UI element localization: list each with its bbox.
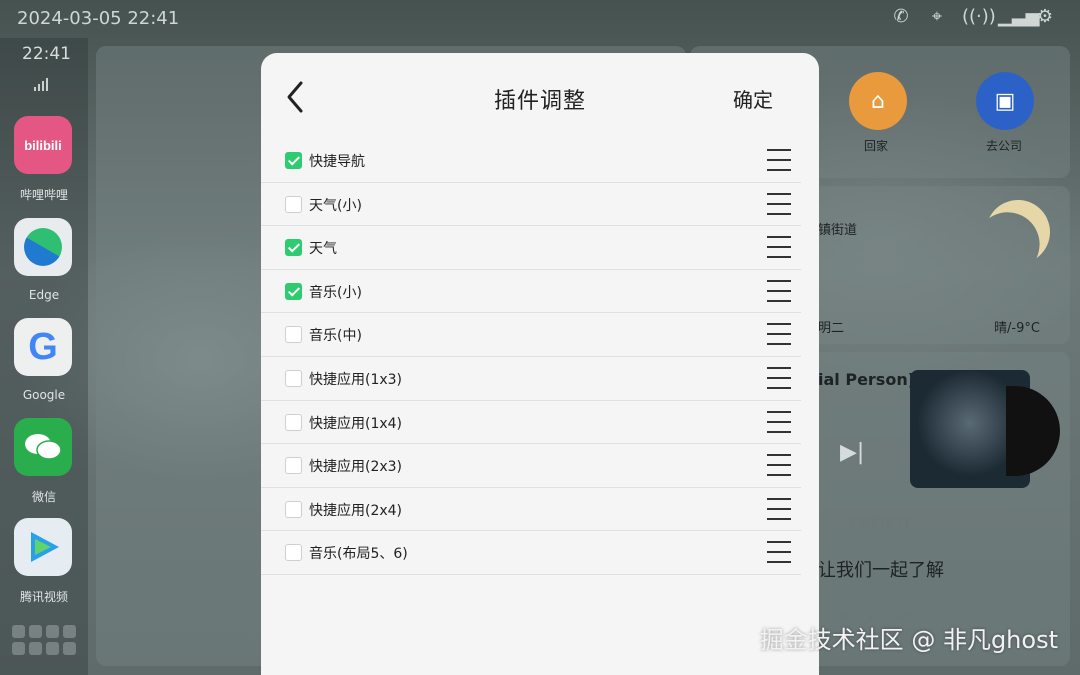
drag-handle-icon[interactable] [767, 323, 791, 346]
app-label: Edge [28, 288, 60, 302]
shortcut-label-work: 去公司 [986, 139, 1023, 153]
plugin-row[interactable]: 快捷导航 [261, 139, 801, 183]
hotspot-icon: ((·)) [962, 6, 996, 27]
drag-handle-icon[interactable] [767, 454, 791, 477]
edge-icon [14, 218, 72, 276]
app-tencent-video[interactable]: 腾讯视频 [14, 518, 74, 605]
plugin-row[interactable]: 音乐(小) [261, 270, 801, 314]
plugin-checkbox[interactable] [285, 369, 302, 387]
plugin-label: 音乐(小) [309, 284, 362, 301]
plugin-list: 快捷导航天气(小) 天气音乐(小) 音乐(中) 快捷应用(1x3) 快捷应用(1x4) 快… [261, 139, 801, 575]
status-bar: 2024-03-05 22:41 ✆ ⌖ ((·)) ▁▃▅ ⚙ [0, 0, 1080, 38]
plugin-label: 天气 [309, 241, 337, 258]
lyric-line: 今夜的岁月 [845, 516, 911, 531]
plugin-label: 快捷应用(1x3) [309, 371, 403, 388]
next-track-icon[interactable]: ▶| [840, 440, 864, 465]
app-drawer-icon[interactable] [12, 625, 76, 655]
drag-handle-icon[interactable] [767, 497, 791, 520]
call-icon: ✆ [893, 6, 909, 27]
weather-day: 明二 [818, 321, 845, 336]
drag-handle-icon[interactable] [767, 410, 791, 433]
dock-time: 22:41 [22, 44, 71, 64]
app-bilibili[interactable]: bilibili 哔哩哔哩 [14, 116, 74, 203]
plugin-label: 快捷导航 [309, 154, 365, 170]
plugin-settings-dialog: 插件调整 确定 快捷导航 天气(小) 天气 音乐(小) 音乐(中) 快捷应用(1x3) 快捷… [261, 53, 819, 675]
plugin-row[interactable]: 天气 [261, 226, 801, 270]
drag-handle-icon[interactable] [767, 149, 791, 171]
lyric-current: 让我们一起了解 [818, 560, 944, 581]
plugin-checkbox[interactable] [285, 195, 302, 213]
plugin-label: 快捷应用(2x4) [309, 502, 403, 519]
signal-4g-icon: ▁▃▅ [998, 6, 1040, 27]
app-label: 腾讯视频 [19, 590, 68, 604]
home-icon[interactable]: ⌂ [849, 72, 907, 130]
app-google[interactable]: G Google [14, 318, 74, 402]
plugin-label: 音乐(布局5、6) [309, 546, 408, 563]
plugin-row[interactable]: 天气(小) [261, 183, 801, 227]
shortcut-label-home: 回家 [864, 139, 889, 153]
drag-handle-icon[interactable] [767, 236, 791, 259]
plugin-checkbox[interactable] [285, 500, 302, 518]
drag-handle-icon[interactable] [767, 366, 791, 389]
plugin-label: 音乐(中) [309, 328, 362, 345]
wechat-icon [14, 418, 72, 476]
vinyl-disc [1006, 386, 1060, 476]
plugin-checkbox[interactable] [285, 413, 302, 431]
google-icon: G [14, 318, 72, 376]
plugin-row[interactable]: 快捷应用(1x3) [261, 357, 801, 401]
drag-handle-icon[interactable] [767, 279, 791, 302]
app-dock: 22:41 bilibili 哔哩哔哩 Edge G Google 微信 腾讯视… [0, 38, 88, 675]
music-title: ial Person) [818, 370, 916, 389]
watermark: 掘金技术社区 @ 非凡ghost [759, 626, 1058, 654]
drag-handle-icon[interactable] [767, 192, 791, 215]
settings-icon[interactable]: ⚙ [1034, 6, 1056, 27]
plugin-checkbox[interactable] [285, 239, 302, 257]
drag-handle-icon[interactable] [767, 541, 791, 564]
plugin-label: 快捷应用(1x4) [309, 415, 403, 432]
plugin-row[interactable]: 快捷应用(1x4) [261, 401, 801, 445]
plugin-row[interactable]: 音乐(中) [261, 313, 801, 357]
plugin-checkbox[interactable] [285, 152, 302, 169]
plugin-checkbox[interactable] [285, 457, 302, 475]
weather-location: 镇街道 [818, 223, 858, 238]
plugin-label: 天气(小) [309, 197, 362, 214]
plugin-row[interactable]: 快捷应用(2x4) [261, 488, 801, 532]
status-datetime: 2024-03-05 22:41 [17, 8, 180, 29]
briefcase-icon[interactable]: ▣ [976, 72, 1034, 130]
plugin-checkbox[interactable] [285, 544, 302, 562]
app-label: 哔哩哔哩 [19, 188, 68, 202]
signal-icon [34, 78, 48, 91]
plugin-label: 快捷应用(2x3) [309, 459, 403, 476]
plugin-row[interactable]: 音乐(布局5、6) [261, 531, 801, 575]
bilibili-icon: bilibili [14, 116, 72, 174]
app-edge[interactable]: Edge [14, 218, 74, 302]
plugin-checkbox[interactable] [285, 326, 302, 344]
app-label: 微信 [31, 490, 56, 504]
weather-condition: 晴/-9°C [994, 321, 1040, 336]
moon-icon [977, 191, 1059, 273]
app-label: Google [22, 388, 66, 402]
tencent-video-icon [14, 518, 72, 576]
location-icon: ⌖ [931, 6, 943, 27]
plugin-checkbox[interactable] [285, 282, 302, 300]
app-wechat[interactable]: 微信 [14, 418, 74, 505]
confirm-button[interactable]: 确定 [733, 84, 773, 113]
plugin-row[interactable]: 快捷应用(2x3) [261, 444, 801, 488]
